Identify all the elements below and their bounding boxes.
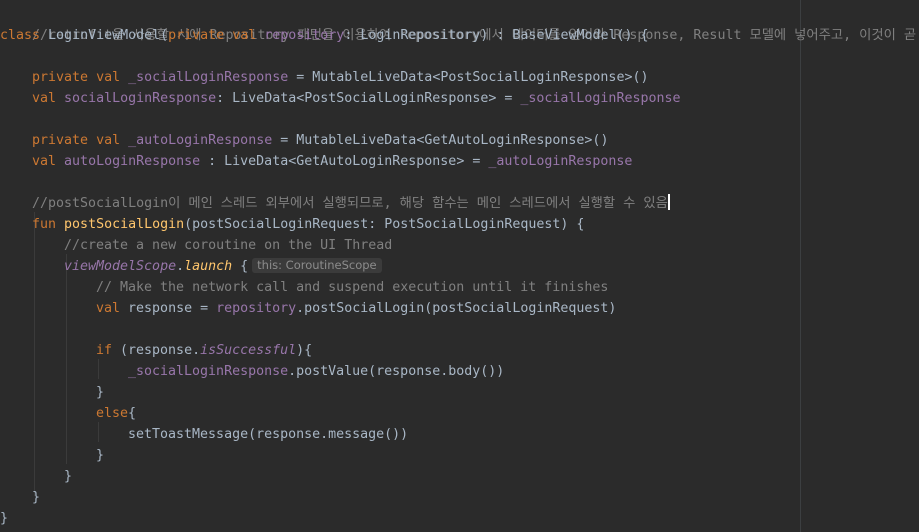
code-line-1[interactable]: //retrofit을 사용할 시에 Repository 패턴을 이용하여 r… — [0, 4, 919, 43]
code-line-16[interactable]: else{ — [96, 403, 136, 424]
code-line-9[interactable]: //create a new coroutine on the UI Threa… — [64, 235, 392, 256]
indent-guide — [98, 422, 99, 442]
property: repository — [216, 301, 297, 316]
keyword: class — [0, 28, 41, 43]
code-line-14[interactable]: _socialLoginResponse.postValue(response.… — [128, 361, 504, 382]
code-line-8[interactable]: fun postSocialLogin(postSocialLoginReque… — [32, 214, 584, 235]
code-line-20[interactable]: } — [32, 487, 40, 508]
code-editor[interactable]: //retrofit을 사용할 시에 Repository 패턴을 이용하여 r… — [0, 0, 919, 532]
code-line-10[interactable]: viewModelScope.launch {this: CoroutineSc… — [64, 256, 382, 277]
code-text: : LiveData<PostSocialLoginResponse> = — [216, 91, 521, 106]
code-text: ){ — [296, 343, 313, 358]
code-text: .postSocialLogin(postSocialLoginRequest) — [296, 301, 617, 316]
code-text: } — [64, 469, 73, 484]
code-line-17[interactable]: setToastMessage(response.message()) — [128, 424, 408, 445]
function-name: launch — [184, 259, 233, 274]
code-line-4[interactable]: val socialLoginResponse: LiveData<PostSo… — [32, 88, 680, 109]
indent-guide — [98, 359, 99, 379]
comment: //postSocialLogin이 메인 스레드 외부에서 실행되므로, 해당… — [32, 196, 668, 211]
keyword: val — [32, 154, 57, 169]
code-line-13[interactable]: if (response.isSuccessful){ — [96, 340, 312, 361]
code-text: (postSocialLoginRequest: PostSocialLogin… — [184, 217, 585, 232]
property: _socialLoginResponse — [520, 91, 681, 106]
keyword: if — [96, 343, 113, 358]
code-line-18[interactable]: } — [96, 445, 104, 466]
code-line-21[interactable]: } — [0, 508, 8, 529]
keyword: else — [96, 406, 129, 421]
code-text: : LoginRepository) : BaseViewModel() { — [344, 28, 649, 43]
keyword: val — [96, 133, 121, 148]
keyword: fun — [32, 217, 57, 232]
code-line-5[interactable]: private val _autoLoginResponse = Mutable… — [32, 130, 608, 151]
code-text: { — [128, 406, 137, 421]
comment: // Make the network call and suspend exe… — [96, 280, 609, 295]
code-text: } — [96, 385, 105, 400]
code-text: = MutableLiveData<PostSocialLoginRespons… — [288, 70, 649, 85]
keyword: val — [96, 70, 121, 85]
comment: //create a new coroutine on the UI Threa… — [64, 238, 393, 253]
property: _autoLoginResponse — [488, 154, 633, 169]
property: viewModelScope — [64, 259, 177, 274]
keyword: val — [232, 28, 257, 43]
code-line-12[interactable]: val response = repository.postSocialLogi… — [96, 298, 616, 319]
indent-guide — [66, 254, 67, 464]
code-text: } — [32, 490, 41, 505]
text-caret — [667, 194, 670, 210]
code-text: . — [176, 259, 185, 274]
code-text: setToastMessage(response.message()) — [128, 427, 409, 442]
class-name: LoginViewModel( — [48, 28, 169, 43]
property: _autoLoginResponse — [128, 133, 273, 148]
code-text: .postValue(response.body()) — [288, 364, 505, 379]
indent-guide — [34, 212, 35, 496]
code-line-7[interactable]: //postSocialLogin이 메인 스레드 외부에서 실행되므로, 해당… — [32, 193, 670, 214]
property: _socialLoginResponse — [128, 70, 289, 85]
keyword: private — [168, 28, 225, 43]
code-line-19[interactable]: } — [64, 466, 72, 487]
code-text: } — [0, 511, 9, 526]
code-line-6[interactable]: val autoLoginResponse : LiveData<GetAuto… — [32, 151, 632, 172]
code-text: (response. — [112, 343, 201, 358]
inlay-hint: this: CoroutineScope — [252, 258, 382, 273]
code-line-3[interactable]: private val _socialLoginResponse = Mutab… — [32, 67, 648, 88]
property: socialLoginResponse — [64, 91, 217, 106]
code-line-11[interactable]: // Make the network call and suspend exe… — [96, 277, 608, 298]
keyword: private — [32, 133, 89, 148]
code-text: = MutableLiveData<GetAutoLoginResponse>(… — [272, 133, 609, 148]
keyword: val — [96, 301, 121, 316]
code-text: response = — [120, 301, 217, 316]
property: isSuccessful — [200, 343, 297, 358]
property: _socialLoginResponse — [128, 364, 289, 379]
code-line-2[interactable]: class LoginViewModel(private val reposit… — [0, 25, 649, 46]
code-text: { — [232, 259, 249, 274]
function-name: postSocialLogin — [64, 217, 185, 232]
code-text: } — [96, 448, 105, 463]
code-text: : LiveData<GetAutoLoginResponse> = — [200, 154, 489, 169]
code-line-15[interactable]: } — [96, 382, 104, 403]
property: autoLoginResponse — [64, 154, 201, 169]
keyword: private — [32, 70, 89, 85]
keyword: val — [32, 91, 57, 106]
right-margin-guide — [800, 0, 801, 532]
property: repository — [264, 28, 345, 43]
